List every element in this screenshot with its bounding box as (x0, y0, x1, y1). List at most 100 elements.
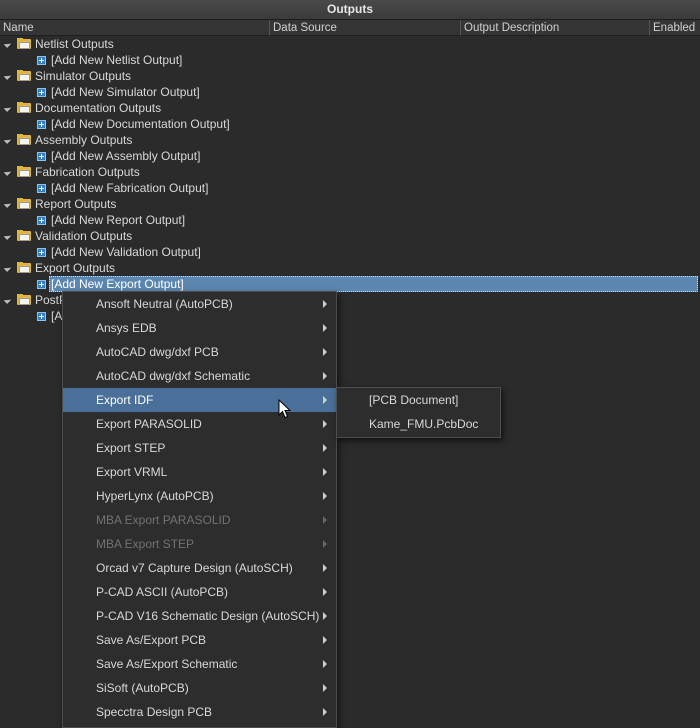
folder-icon (17, 134, 31, 145)
group-row[interactable]: Validation Outputs (0, 228, 700, 244)
menu-item-pcad-v16[interactable]: P-CAD V16 Schematic Design (AutoSCH) (63, 604, 336, 628)
add-icon (37, 248, 46, 257)
submenu-arrow-icon (323, 372, 327, 380)
add-output-row[interactable]: [Add New Validation Output] (0, 244, 700, 260)
group-label: Fabrication Outputs (35, 165, 140, 179)
menu-item-ansys-edb[interactable]: Ansys EDB (63, 316, 336, 340)
add-icon (37, 56, 46, 65)
menu-item-autocad-schematic[interactable]: AutoCAD dwg/dxf Schematic (63, 364, 336, 388)
export-idf-submenu: [PCB Document] Kame_FMU.PcbDoc (336, 387, 501, 438)
submenu-arrow-icon (323, 708, 327, 716)
add-output-row[interactable]: [Add New Documentation Output] (0, 116, 700, 132)
menu-item-save-as-export-pcb[interactable]: Save As/Export PCB (63, 628, 336, 652)
submenu-arrow-icon (323, 468, 327, 476)
menu-item-export-idf[interactable]: Export IDF (63, 388, 336, 412)
menu-item-sisoft[interactable]: SiSoft (AutoPCB) (63, 676, 336, 700)
add-output-row[interactable]: [Add New Fabrication Output] (0, 180, 700, 196)
group-row[interactable]: Export Outputs (0, 260, 700, 276)
menu-item-save-as-export-schematic[interactable]: Save As/Export Schematic (63, 652, 336, 676)
folder-icon (17, 230, 31, 241)
collapse-toggle-icon[interactable] (3, 104, 12, 112)
submenu-item-pcb-document[interactable]: [PCB Document] (337, 388, 500, 412)
add-icon (37, 184, 46, 193)
collapse-toggle-icon[interactable] (3, 72, 12, 80)
submenu-arrow-icon (323, 396, 327, 404)
folder-icon (17, 262, 31, 273)
submenu-item-kame-fmu-pcbdoc[interactable]: Kame_FMU.PcbDoc (337, 412, 500, 436)
submenu-arrow-icon (323, 420, 327, 428)
add-output-row-selected[interactable]: [Add New Export Output] (0, 276, 700, 292)
context-menu: Ansoft Neutral (AutoPCB) Ansys EDB AutoC… (62, 291, 337, 728)
add-output-label: [Add New Fabrication Output] (51, 181, 209, 195)
collapse-toggle-icon[interactable] (3, 40, 12, 48)
menu-item-export-parasolid[interactable]: Export PARASOLID (63, 412, 336, 436)
add-icon (37, 312, 46, 321)
group-row[interactable]: Report Outputs (0, 196, 700, 212)
add-icon (37, 88, 46, 97)
add-output-label: [Add New Documentation Output] (51, 117, 230, 131)
menu-item-orcad-capture[interactable]: Orcad v7 Capture Design (AutoSCH) (63, 556, 336, 580)
group-row[interactable]: Fabrication Outputs (0, 164, 700, 180)
collapse-toggle-icon[interactable] (3, 296, 12, 304)
submenu-arrow-icon (323, 324, 327, 332)
column-header-enabled[interactable]: Enabled (650, 20, 700, 36)
menu-item-autocad-pcb[interactable]: AutoCAD dwg/dxf PCB (63, 340, 336, 364)
column-header-data-source[interactable]: Data Source (270, 20, 461, 36)
add-output-row[interactable]: [Add New Report Output] (0, 212, 700, 228)
submenu-arrow-icon (323, 300, 327, 308)
group-label: Validation Outputs (35, 229, 133, 243)
submenu-arrow-icon (323, 492, 327, 500)
menu-item-export-vrml[interactable]: Export VRML (63, 460, 336, 484)
add-output-label: [Add New Report Output] (51, 213, 186, 227)
group-row[interactable]: Documentation Outputs (0, 100, 700, 116)
menu-item-mba-export-step: MBA Export STEP (63, 532, 336, 556)
folder-icon (17, 294, 31, 305)
column-header-name[interactable]: Name (0, 20, 270, 36)
submenu-arrow-icon (323, 444, 327, 452)
group-label: Report Outputs (35, 197, 117, 211)
collapse-toggle-icon[interactable] (3, 168, 12, 176)
collapse-toggle-icon[interactable] (3, 136, 12, 144)
folder-icon (17, 198, 31, 209)
group-row[interactable]: Simulator Outputs (0, 68, 700, 84)
menu-item-specctra[interactable]: Specctra Design PCB (63, 700, 336, 724)
submenu-arrow-icon (323, 612, 327, 620)
group-label: Export Outputs (35, 261, 116, 275)
folder-icon (17, 102, 31, 113)
folder-icon (17, 38, 31, 49)
folder-icon (17, 70, 31, 81)
add-output-label: [Add New Assembly Output] (51, 149, 201, 163)
group-label: Simulator Outputs (35, 69, 132, 83)
menu-item-hyperlynx[interactable]: HyperLynx (AutoPCB) (63, 484, 336, 508)
submenu-arrow-icon (323, 516, 327, 524)
panel-title: Outputs (0, 0, 700, 20)
submenu-arrow-icon (323, 660, 327, 668)
submenu-arrow-icon (323, 348, 327, 356)
add-output-row[interactable]: [Add New Assembly Output] (0, 148, 700, 164)
menu-item-export-step[interactable]: Export STEP (63, 436, 336, 460)
collapse-toggle-icon[interactable] (3, 264, 12, 272)
menu-item-ansoft-neutral[interactable]: Ansoft Neutral (AutoPCB) (63, 292, 336, 316)
add-output-row[interactable]: [Add New Netlist Output] (0, 52, 700, 68)
group-label: Netlist Outputs (35, 37, 114, 51)
add-output-label: [Add New Netlist Output] (51, 53, 183, 67)
menu-item-pcad-ascii[interactable]: P-CAD ASCII (AutoPCB) (63, 580, 336, 604)
group-label: Assembly Outputs (35, 133, 133, 147)
collapse-toggle-icon[interactable] (3, 200, 12, 208)
group-row[interactable]: Netlist Outputs (0, 36, 700, 52)
group-row[interactable]: Assembly Outputs (0, 132, 700, 148)
submenu-arrow-icon (323, 636, 327, 644)
add-output-label: [Add New Simulator Output] (51, 85, 200, 99)
add-output-row[interactable]: [Add New Simulator Output] (0, 84, 700, 100)
add-output-label: [Add New Validation Output] (51, 245, 201, 259)
collapse-toggle-icon[interactable] (3, 232, 12, 240)
add-icon (37, 152, 46, 161)
menu-item-mba-export-parasolid: MBA Export PARASOLID (63, 508, 336, 532)
mouse-cursor-icon (278, 399, 292, 419)
folder-icon (17, 166, 31, 177)
column-header-output-description[interactable]: Output Description (461, 20, 650, 36)
group-label: Documentation Outputs (35, 101, 162, 115)
outputs-tree: Netlist Outputs [Add New Netlist Output]… (0, 36, 700, 324)
add-output-label: [Add New Export Output] (51, 277, 184, 291)
submenu-arrow-icon (323, 540, 327, 548)
